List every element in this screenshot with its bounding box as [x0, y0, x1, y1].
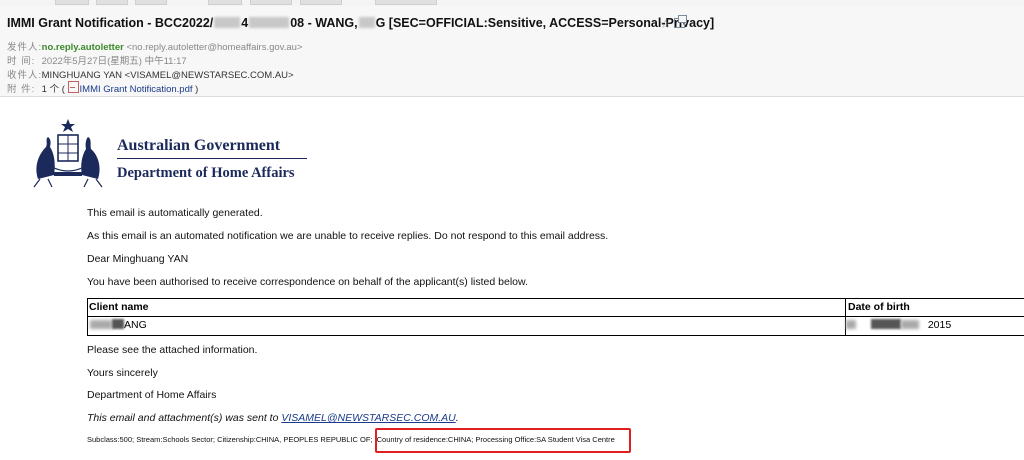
attachment-row: 附 件: 1 个 ( IMMI Grant Notification.pdf ): [7, 81, 198, 95]
dept-name: Department of Home Affairs: [117, 165, 295, 181]
popout-icon[interactable]: [674, 15, 687, 28]
to-row: 收件人: MINGHUANG YAN <VISAMEL@NEWSTARSEC.C…: [7, 70, 294, 81]
para-salutation: Dear Minghuang YAN: [87, 253, 189, 265]
table-cell-client-name: ANG: [90, 319, 147, 331]
from-row: 发件人: no.reply.autoletter <no.reply.autol…: [7, 42, 303, 53]
client-table: Client name Date of birth ANG 2015: [87, 298, 1024, 336]
para-closing: Yours sincerely: [87, 367, 158, 379]
gov-name: Australian Government: [117, 137, 281, 154]
toolbar-button[interactable]: [300, 0, 342, 5]
toolbar-button[interactable]: [250, 0, 292, 5]
para-auto-generated: This email is automatically generated.: [87, 207, 263, 219]
table-header-client-name: Client name: [89, 301, 149, 313]
toolbar-button[interactable]: [55, 0, 89, 5]
toolbar-button[interactable]: [96, 0, 128, 5]
redacted-text: [846, 320, 856, 329]
redacted-text: [358, 17, 375, 28]
redacted-text: [214, 17, 241, 28]
attachment-count: 1 个 (: [41, 84, 65, 95]
toolbar-button[interactable]: [135, 0, 167, 5]
sender-name[interactable]: no.reply.autoletter: [42, 42, 124, 53]
para-no-reply: As this email is an automated notificati…: [87, 230, 609, 242]
letterhead-divider: [117, 158, 307, 159]
pdf-file-icon: [67, 81, 79, 93]
redacted-text: [900, 320, 919, 329]
time-row: 时 间: 2022年5月27日(星期五) 中午11:17: [7, 56, 187, 67]
redacted-text: [112, 319, 124, 329]
visa-details-left: Subclass:500; Stream:Schools Sector; Cit…: [87, 435, 373, 444]
sender-address: <no.reply.autoletter@homeaffairs.gov.au>: [126, 42, 303, 53]
recipient-email-link[interactable]: VISAMEL@NEWSTARSEC.COM.AU: [281, 412, 455, 424]
highlight-annotation: [375, 428, 631, 453]
email-subject: IMMI Grant Notification - BCC2022/4 08 - …: [7, 16, 715, 30]
attachment-link[interactable]: IMMI Grant Notification.pdf: [80, 84, 193, 95]
toolbar-button[interactable]: [208, 0, 242, 5]
toolbar-button[interactable]: [375, 0, 437, 5]
table-header-dob: Date of birth: [848, 301, 910, 313]
recipient[interactable]: MINGHUANG YAN <VISAMEL@NEWSTARSEC.COM.AU…: [42, 70, 294, 81]
table-cell-dob: 2015: [846, 319, 951, 331]
email-header: IMMI Grant Notification - BCC2022/4 08 - …: [0, 6, 1024, 97]
para-authorised: You have been authorised to receive corr…: [87, 276, 528, 288]
sent-time: 2022年5月27日(星期五) 中午11:17: [41, 56, 187, 67]
redacted-text: [249, 17, 290, 28]
redacted-text: [870, 319, 901, 329]
para-signature: Department of Home Affairs: [87, 389, 217, 401]
para-see-attached: Please see the attached information.: [87, 344, 258, 356]
para-sent-to: This email and attachment(s) was sent to…: [87, 412, 459, 424]
table-row-divider: [88, 316, 1024, 317]
redacted-text: [90, 320, 112, 329]
star-icon[interactable]: ☆: [660, 17, 671, 31]
